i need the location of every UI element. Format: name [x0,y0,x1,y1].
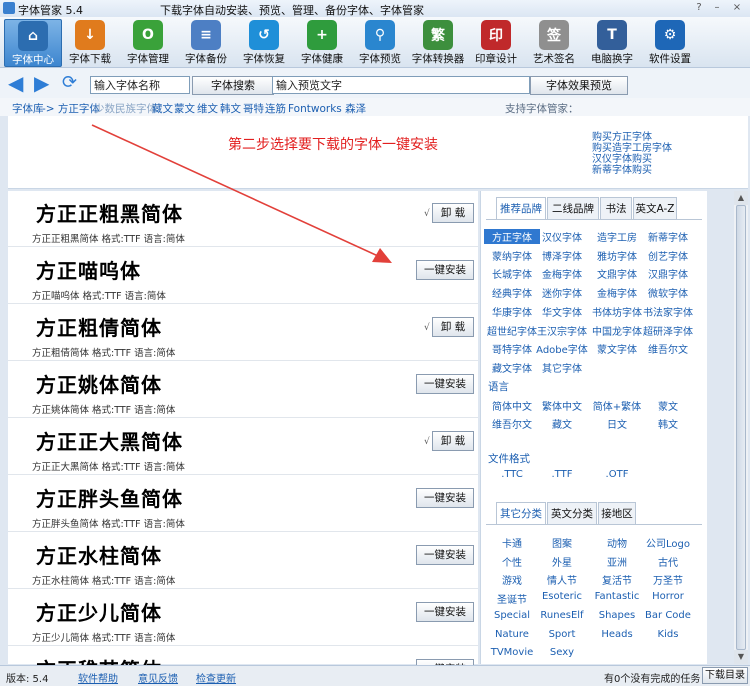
feedback-link[interactable]: 意见反馈 [138,670,178,685]
annotation-arrow [91,124,392,263]
version-label: 版本: 5.4 [6,674,49,685]
download-dir-button[interactable]: 下载目录 [702,667,748,684]
task-status: 有0个没有完成的任务 [604,674,701,685]
update-link[interactable]: 检查更新 [196,670,236,685]
help-link[interactable]: 软件帮助 [78,670,118,685]
